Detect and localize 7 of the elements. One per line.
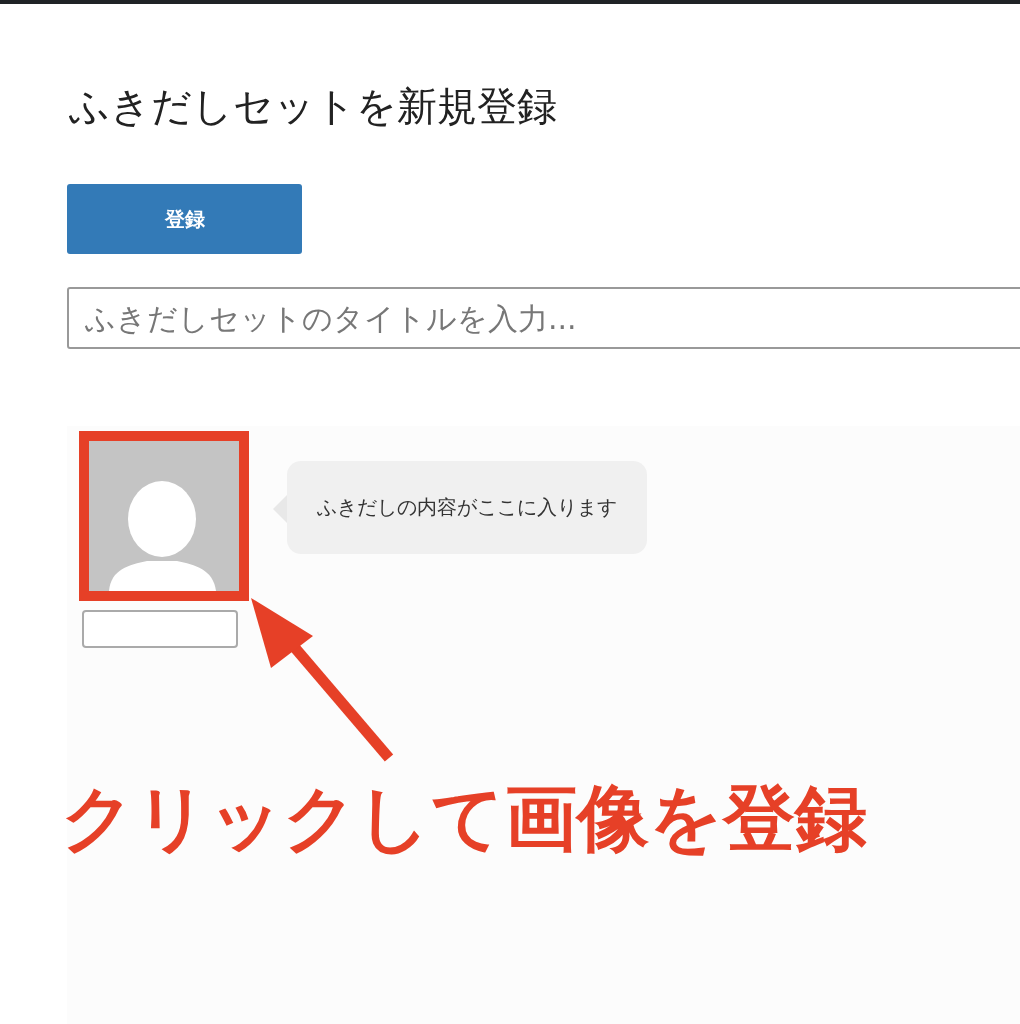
annotation-text: クリックして画像を登録 <box>61 775 868 862</box>
avatar-icon[interactable] <box>89 441 239 591</box>
page-title: ふきだしセットを新規登録 <box>69 82 558 131</box>
name-field[interactable] <box>82 610 238 648</box>
register-button[interactable]: 登録 <box>67 184 302 254</box>
title-field[interactable]: ふきだしセットのタイトルを入力... <box>67 287 1020 349</box>
speech-balloon: ふきだしの内容がここに入ります <box>287 461 647 554</box>
